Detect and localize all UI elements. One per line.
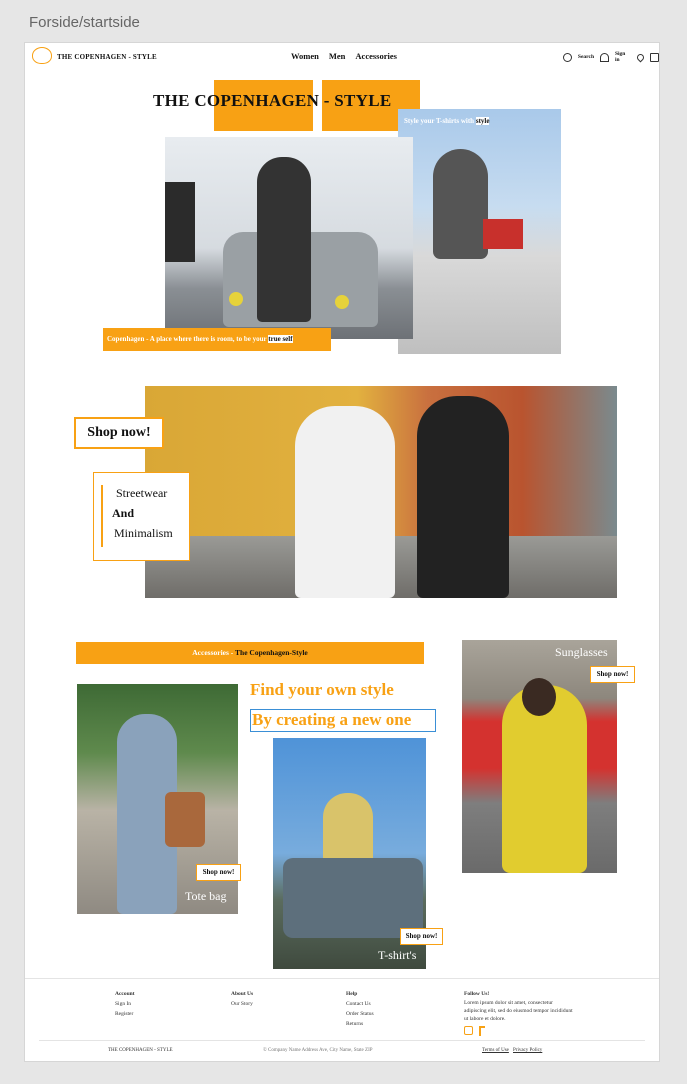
hero-caption-right: Style your T-shirts with style (404, 117, 490, 125)
promo-line-1: Streetwear (116, 486, 168, 500)
headlight-right (335, 295, 349, 309)
photo-woman-ledge: Style your T-shirts with style (398, 109, 561, 354)
footer-link-order-status[interactable]: Order Status (346, 1009, 374, 1019)
car-hood-shape (283, 858, 423, 938)
woman-black-tee-shape (417, 396, 509, 598)
footer-col-title: Help (346, 991, 358, 997)
footer-address: © Company Name Address Ave, City Name, S… (263, 1048, 373, 1053)
promo-text-card: Streetwear And Minimalism (93, 472, 190, 561)
footer-col-about: About Us Our Story (231, 989, 253, 1009)
photo-streetwear-couple (145, 386, 617, 598)
nav-link-accessories[interactable]: Accessories (355, 51, 397, 61)
footer-col-title: Account (115, 991, 135, 997)
sunglasses-shop-now-button[interactable]: Shop now! (590, 666, 635, 683)
nav-links: Women Men Accessories (291, 51, 397, 61)
brand-name[interactable]: THE COPENHAGEN - STYLE (57, 53, 157, 61)
accessories-banner: Accessories - The Copenhagen-Style (76, 642, 424, 664)
user-icon[interactable] (600, 52, 609, 62)
tshirt-shop-now-button[interactable]: Shop now! (400, 928, 443, 945)
footer-link-register[interactable]: Register (115, 1009, 135, 1019)
tagline-bold: true self (268, 335, 293, 343)
footer-privacy-link[interactable]: Privacy Policy (513, 1048, 542, 1053)
accessories-headline-2: By creating a new one (250, 709, 436, 732)
footer-col-account: Account Sign In Register (115, 989, 135, 1019)
footer-follow-text: Lorem ipsum dolor sit amet, consectetur … (464, 1000, 573, 1022)
footer-brand: THE COPENHAGEN - STYLE (108, 1048, 173, 1053)
figure-shape (433, 149, 488, 259)
man-figure-shape (257, 157, 311, 322)
footer-divider (39, 1040, 645, 1041)
hero-title: THE COPENHAGEN - STYLE (153, 91, 392, 110)
footer-col-help: Help Contact Us Order Status Returns (346, 989, 374, 1029)
promo-line-3: Minimalism (114, 526, 173, 540)
tagline-text: Copenhagen - A place where there is room… (107, 335, 267, 343)
footer: Account Sign In Register About Us Our St… (25, 978, 659, 1061)
sunglasses-label: Sunglasses (555, 645, 608, 659)
caption-right-bold: style (475, 117, 490, 125)
man-white-tee-shape (295, 406, 395, 598)
tshirt-label: T-shirt's (378, 948, 417, 962)
tote-bag-shape (165, 792, 205, 847)
red-bag-shape (483, 219, 523, 249)
promo-line-2: And (112, 506, 135, 520)
signin-label[interactable]: Sign in (615, 51, 631, 63)
footer-col-title: Follow Us! (464, 991, 490, 997)
facebook-icon[interactable] (479, 1026, 485, 1036)
hero-tagline: Copenhagen - A place where there is room… (103, 328, 331, 351)
footer-terms-link[interactable]: Terms of Use (482, 1048, 509, 1053)
headlight-left (229, 292, 243, 306)
footer-link-our-story[interactable]: Our Story (231, 999, 253, 1009)
nav-link-women[interactable]: Women (291, 51, 319, 61)
footer-link-signin[interactable]: Sign In (115, 999, 135, 1009)
tote-bag-label: Tote bag (185, 889, 227, 903)
accessories-headline-1: Find your own style (250, 680, 394, 699)
banner-prefix: Accessories - (192, 648, 234, 657)
footer-link-contact[interactable]: Contact Us (346, 999, 374, 1009)
photo-man-car (165, 137, 413, 339)
promo-shop-now-button[interactable]: Shop now! (74, 417, 164, 449)
search-label[interactable]: Search (578, 54, 594, 60)
cart-icon[interactable] (650, 52, 659, 62)
footer-col-title: About Us (231, 991, 254, 997)
head-shape (522, 678, 556, 716)
caption-right-text: Style your T-shirts with (404, 117, 475, 125)
page: THE COPENHAGEN - STYLE Women Men Accesso… (25, 43, 659, 1061)
top-nav: THE COPENHAGEN - STYLE Women Men Accesso… (25, 43, 659, 69)
heart-icon[interactable] (635, 52, 646, 62)
tote-shop-now-button[interactable]: Shop now! (196, 864, 241, 881)
nav-link-men[interactable]: Men (329, 51, 346, 61)
door-shape (165, 182, 195, 262)
instagram-icon[interactable] (464, 1026, 473, 1035)
footer-col-follow: Follow Us! Lorem ipsum dolor sit amet, c… (464, 989, 576, 1036)
frame-label: Forside/startside (29, 14, 140, 31)
logo-icon[interactable] (32, 47, 52, 64)
banner-bold: The Copenhagen-Style (235, 648, 308, 657)
promo-accent-line (101, 485, 103, 547)
search-icon[interactable] (563, 52, 572, 62)
nav-actions: Search Sign in (563, 51, 659, 63)
footer-link-returns[interactable]: Returns (346, 1019, 374, 1029)
